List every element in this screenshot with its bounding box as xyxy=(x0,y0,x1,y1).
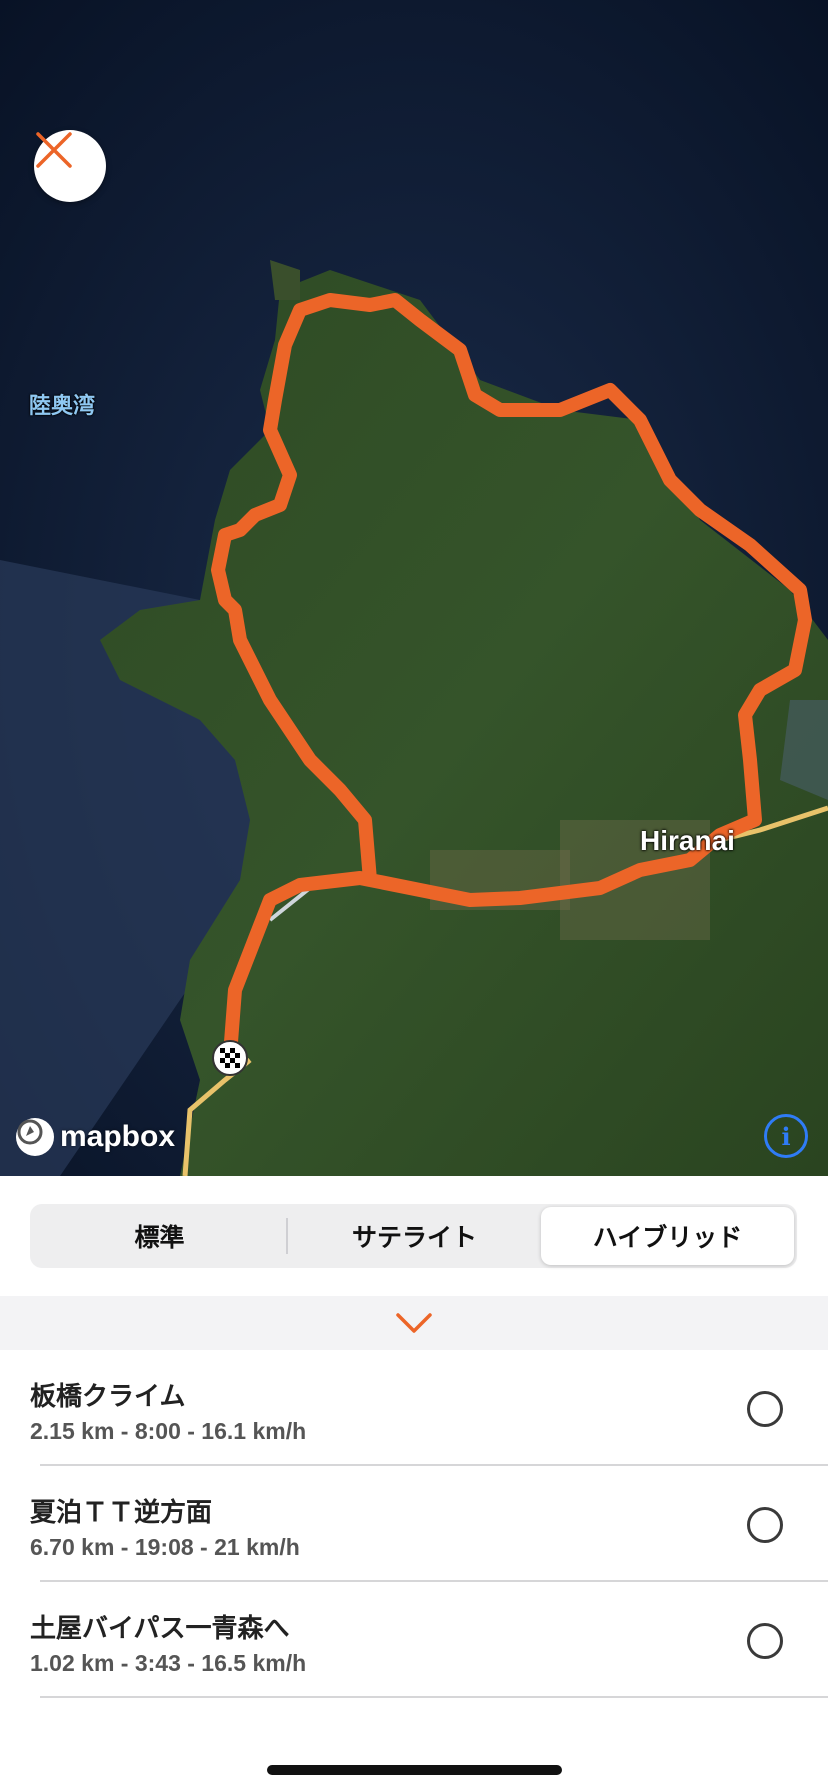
city-label: Hiranai xyxy=(640,825,735,856)
segment-list: 板橋クライム 2.15 km - 8:00 - 16.1 km/h 夏泊ＴＴ逆方… xyxy=(0,1350,828,1698)
collapse-toggle[interactable] xyxy=(0,1296,828,1350)
checkered-flag-icon xyxy=(212,1040,248,1076)
mapbox-logo-icon xyxy=(16,1118,54,1156)
segment-stats: 2.15 km - 8:00 - 16.1 km/h xyxy=(30,1418,307,1444)
map-view[interactable]: 陸奥湾 Hiranai mapbox i xyxy=(0,0,828,1176)
close-button[interactable] xyxy=(34,130,106,202)
divider xyxy=(40,1696,828,1698)
segment-radio[interactable] xyxy=(747,1623,783,1659)
segment-stats: 1.02 km - 3:43 - 16.5 km/h xyxy=(30,1650,307,1676)
info-icon: i xyxy=(781,1121,791,1151)
segment-radio[interactable] xyxy=(747,1507,783,1543)
list-item[interactable]: 板橋クライム 2.15 km - 8:00 - 16.1 km/h xyxy=(0,1350,828,1466)
close-icon xyxy=(36,132,72,168)
mapbox-attribution[interactable]: mapbox xyxy=(16,1118,175,1156)
segment-name: 土屋バイパス一青森へ xyxy=(30,1613,290,1643)
chevron-down-icon xyxy=(396,1313,432,1333)
segment-radio[interactable] xyxy=(747,1391,783,1427)
home-indicator[interactable] xyxy=(267,1765,562,1775)
map-type-satellite[interactable]: サテライト xyxy=(288,1207,541,1265)
info-button[interactable]: i xyxy=(764,1114,808,1158)
list-item[interactable]: 土屋バイパス一青森へ 1.02 km - 3:43 - 16.5 km/h xyxy=(0,1582,828,1698)
map-type-control[interactable]: 標準 サテライト ハイブリッド xyxy=(30,1204,797,1268)
segment-stats: 6.70 km - 19:08 - 21 km/h xyxy=(30,1534,300,1560)
water-label: 陸奥湾 xyxy=(29,393,96,418)
map-type-standard[interactable]: 標準 xyxy=(33,1207,286,1265)
segment-name: 板橋クライム xyxy=(30,1381,186,1411)
map-type-hybrid[interactable]: ハイブリッド xyxy=(541,1207,794,1265)
list-item[interactable]: 夏泊ＴＴ逆方面 6.70 km - 19:08 - 21 km/h xyxy=(0,1466,828,1582)
segment-name: 夏泊ＴＴ逆方面 xyxy=(30,1497,213,1527)
satellite-map[interactable] xyxy=(0,0,828,1176)
mapbox-logo-text: mapbox xyxy=(60,1120,176,1153)
